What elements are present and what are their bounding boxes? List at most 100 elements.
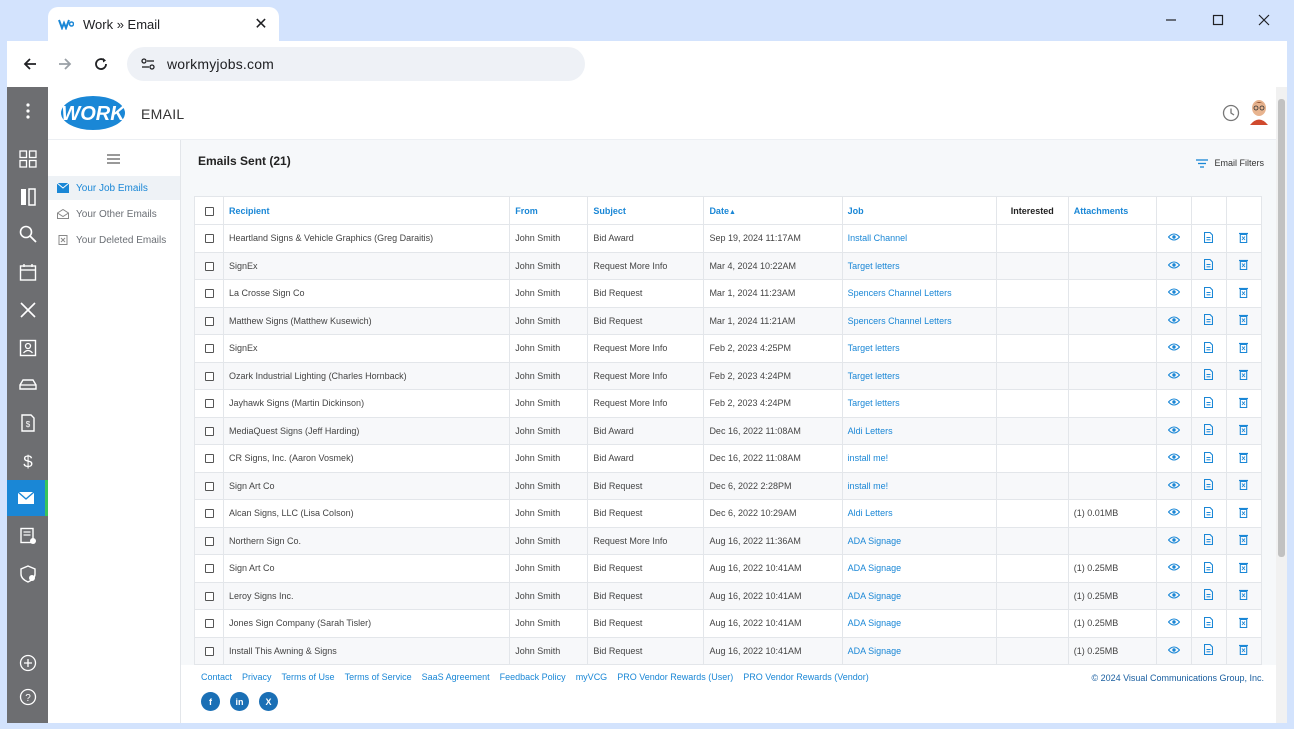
column-header-attachments[interactable]: Attachments	[1067, 196, 1157, 225]
more-menu-icon[interactable]	[7, 93, 48, 129]
board-icon[interactable]	[7, 179, 48, 215]
calendar-icon[interactable]	[7, 254, 48, 290]
document-icon[interactable]	[1190, 444, 1227, 473]
row-checkbox[interactable]	[193, 224, 225, 253]
trash-icon[interactable]	[1225, 334, 1263, 363]
row-checkbox[interactable]	[193, 609, 225, 638]
column-header-subject[interactable]: Subject	[587, 196, 705, 225]
linkedin-icon[interactable]: in	[230, 692, 249, 711]
footer-link[interactable]: Feedback Policy	[500, 672, 566, 682]
cell-job-link[interactable]: Aldi Letters	[841, 416, 997, 445]
reload-icon[interactable]	[89, 52, 113, 76]
table-row[interactable]: La Crosse Sign Co John Smith Bid Request Ma…	[193, 279, 1263, 308]
column-header-date[interactable]: Date▲	[703, 196, 843, 225]
footer-link[interactable]: PRO Vendor Rewards (User)	[617, 672, 733, 682]
hamburger-menu-icon[interactable]	[107, 154, 120, 164]
trash-icon[interactable]	[1225, 636, 1263, 665]
invoice-icon[interactable]: $	[7, 405, 48, 441]
x-icon[interactable]: X	[259, 692, 278, 711]
row-checkbox[interactable]	[193, 499, 225, 528]
trash-icon[interactable]	[1225, 251, 1263, 280]
document-icon[interactable]	[1190, 526, 1227, 555]
trash-icon[interactable]	[1225, 554, 1263, 583]
back-icon[interactable]	[18, 52, 42, 76]
trash-icon[interactable]	[1225, 389, 1263, 418]
document-icon[interactable]	[1190, 499, 1227, 528]
table-row[interactable]: Matthew Signs (Matthew Kusewich) John Smi…	[193, 306, 1263, 335]
row-checkbox[interactable]	[193, 471, 225, 500]
cell-job-link[interactable]: Target letters	[841, 251, 997, 280]
cell-job-link[interactable]: Spencers Channel Letters	[841, 306, 997, 335]
dollar-icon[interactable]: $	[7, 443, 48, 479]
view-eye-icon[interactable]	[1155, 499, 1192, 528]
trash-icon[interactable]	[1225, 361, 1263, 390]
view-eye-icon[interactable]	[1155, 279, 1192, 308]
row-checkbox[interactable]	[193, 554, 225, 583]
cell-job-link[interactable]: Target letters	[841, 334, 997, 363]
table-row[interactable]: Install This Awning & Signs John Smith Bid…	[193, 636, 1263, 665]
view-eye-icon[interactable]	[1155, 389, 1192, 418]
view-eye-icon[interactable]	[1155, 609, 1192, 638]
view-eye-icon[interactable]	[1155, 334, 1192, 363]
cell-job-link[interactable]: Target letters	[841, 389, 997, 418]
document-icon[interactable]	[1190, 224, 1227, 253]
view-eye-icon[interactable]	[1155, 636, 1192, 665]
footer-link[interactable]: Privacy	[242, 672, 272, 682]
document-icon[interactable]	[1190, 416, 1227, 445]
view-eye-icon[interactable]	[1155, 361, 1192, 390]
security-icon[interactable]	[7, 556, 48, 592]
row-checkbox[interactable]	[193, 526, 225, 555]
table-row[interactable]: SignEx John Smith Request More Info Feb 2, …	[193, 334, 1263, 363]
document-icon[interactable]	[1190, 581, 1227, 610]
work-logo[interactable]: WORK	[60, 95, 126, 131]
cell-job-link[interactable]: install me!	[841, 444, 997, 473]
user-avatar[interactable]	[1248, 99, 1270, 125]
view-eye-icon[interactable]	[1155, 526, 1192, 555]
view-eye-icon[interactable]	[1155, 444, 1192, 473]
email-filters-button[interactable]: Email Filters	[1196, 158, 1264, 168]
row-checkbox[interactable]	[193, 389, 225, 418]
window-close-icon[interactable]	[1252, 10, 1276, 30]
table-row[interactable]: Leroy Signs Inc. John Smith Bid Request Aug…	[193, 581, 1263, 610]
row-checkbox[interactable]	[193, 581, 225, 610]
cell-job-link[interactable]: install me!	[841, 471, 997, 500]
reports-icon[interactable]	[7, 518, 48, 554]
select-all-checkbox[interactable]	[193, 196, 225, 225]
document-icon[interactable]	[1190, 334, 1227, 363]
document-icon[interactable]	[1190, 636, 1227, 665]
column-header-recipient[interactable]: Recipient	[223, 196, 511, 225]
footer-link[interactable]: PRO Vendor Rewards (Vendor)	[743, 672, 869, 682]
vehicle-icon[interactable]	[7, 367, 48, 403]
document-icon[interactable]	[1190, 389, 1227, 418]
table-row[interactable]: Jones Sign Company (Sarah Tisler) John Sm…	[193, 609, 1263, 638]
cell-job-link[interactable]: Aldi Letters	[841, 499, 997, 528]
trash-icon[interactable]	[1225, 499, 1263, 528]
trash-icon[interactable]	[1225, 471, 1263, 500]
table-row[interactable]: MediaQuest Signs (Jeff Harding) John Smit…	[193, 416, 1263, 445]
search-icon[interactable]	[7, 216, 48, 252]
cell-job-link[interactable]: Install Channel	[841, 224, 997, 253]
address-bar[interactable]: workmyjobs.com	[127, 47, 585, 81]
history-clock-icon[interactable]	[1222, 104, 1240, 122]
footer-link[interactable]: Terms of Use	[282, 672, 335, 682]
column-header-from[interactable]: From	[509, 196, 589, 225]
trash-icon[interactable]	[1225, 279, 1263, 308]
view-eye-icon[interactable]	[1155, 471, 1192, 500]
trash-icon[interactable]	[1225, 224, 1263, 253]
browser-tab[interactable]: Work » Email ✕	[48, 7, 279, 41]
view-eye-icon[interactable]	[1155, 306, 1192, 335]
table-row[interactable]: CR Signs, Inc. (Aaron Vosmek) John Smith B…	[193, 444, 1263, 473]
scrollbar-thumb[interactable]	[1278, 99, 1285, 557]
table-row[interactable]: SignEx John Smith Request More Info Mar 4, …	[193, 251, 1263, 280]
row-checkbox[interactable]	[193, 279, 225, 308]
help-icon[interactable]: ?	[7, 679, 48, 715]
row-checkbox[interactable]	[193, 416, 225, 445]
view-eye-icon[interactable]	[1155, 581, 1192, 610]
contacts-icon[interactable]	[7, 330, 48, 366]
document-icon[interactable]	[1190, 554, 1227, 583]
footer-link[interactable]: Contact	[201, 672, 232, 682]
table-row[interactable]: Jayhawk Signs (Martin Dickinson) John Smi…	[193, 389, 1263, 418]
cell-job-link[interactable]: ADA Signage	[841, 581, 997, 610]
table-row[interactable]: Heartland Signs & Vehicle Graphics (Greg…	[193, 224, 1263, 253]
table-row[interactable]: Ozark Industrial Lighting (Charles Hornb…	[193, 361, 1263, 390]
